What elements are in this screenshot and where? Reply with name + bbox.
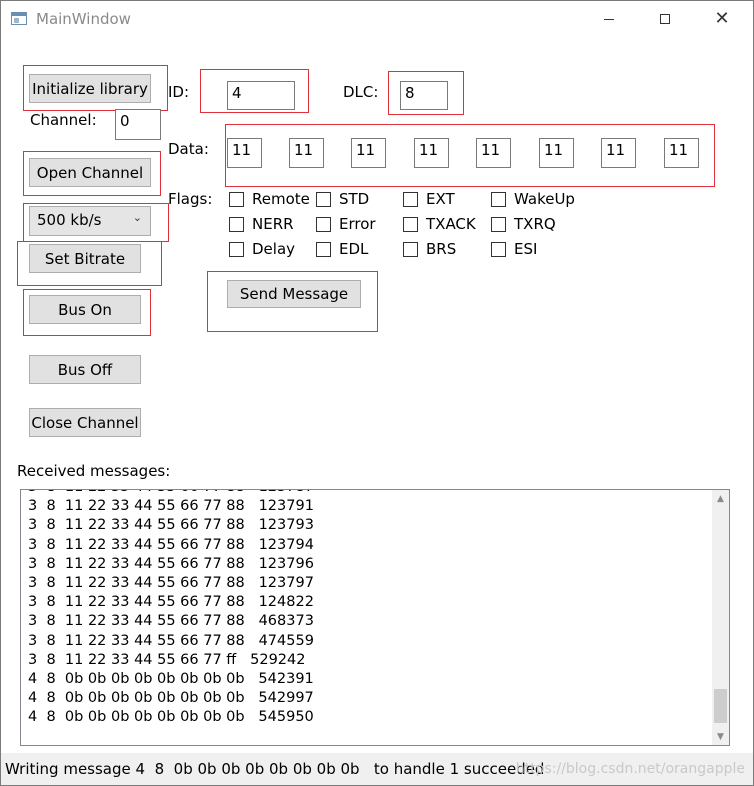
- flags-label: Flags:: [168, 190, 213, 208]
- bus-on-button[interactable]: Bus On: [29, 295, 141, 324]
- message-line: 3 8 11 22 33 44 55 66 77 88 123791: [28, 498, 314, 515]
- flag-remote-checkbox[interactable]: Remote: [229, 190, 310, 208]
- received-messages-label: Received messages:: [17, 462, 171, 480]
- flag-label: STD: [339, 190, 370, 208]
- maximize-button[interactable]: [642, 6, 688, 32]
- flag-wakeup-checkbox[interactable]: WakeUp: [491, 190, 575, 208]
- flag-label: Error: [339, 215, 376, 233]
- maximize-icon: [660, 14, 670, 24]
- message-line: 3 8 11 22 33 44 55 66 77 88 124822: [28, 594, 314, 611]
- message-line: 3 8 11 22 33 44 55 66 77 88 123793: [28, 517, 314, 534]
- window-app-icon: [11, 12, 27, 25]
- bitrate-select[interactable]: 500 kb/s ⌄: [29, 206, 151, 236]
- checkbox-box: [229, 216, 244, 232]
- id-input[interactable]: 4: [227, 81, 295, 110]
- flag-ext-checkbox[interactable]: EXT: [403, 190, 455, 208]
- flag-error-checkbox[interactable]: Error: [316, 215, 376, 233]
- scroll-up-icon[interactable]: ▲: [712, 490, 729, 507]
- flag-label: Delay: [252, 240, 296, 258]
- flag-nerr-checkbox[interactable]: NERR: [229, 215, 294, 233]
- close-channel-button[interactable]: Close Channel: [29, 408, 141, 437]
- message-line: 3 8 11 22 33 44 55 66 77 ff 529242: [28, 651, 306, 668]
- message-line: 4 8 0b 0b 0b 0b 0b 0b 0b 0b 542391: [28, 671, 314, 688]
- bitrate-selected-value: 500 kb/s: [37, 211, 102, 229]
- scroll-thumb[interactable]: [714, 689, 727, 723]
- data-byte-input[interactable]: 11: [227, 138, 262, 168]
- dlc-label: DLC:: [343, 83, 379, 101]
- vertical-scrollbar[interactable]: ▲ ▼: [712, 490, 729, 745]
- flag-std-checkbox[interactable]: STD: [316, 190, 369, 208]
- channel-input[interactable]: 0: [115, 109, 161, 140]
- minimize-button[interactable]: [586, 6, 632, 32]
- checkbox-box: [403, 191, 418, 207]
- message-line: 4 8 0b 0b 0b 0b 0b 0b 0b 0b 542997: [28, 690, 314, 707]
- checkbox-box: [403, 241, 418, 257]
- channel-label: Channel:: [30, 111, 97, 129]
- flag-txack-checkbox[interactable]: TXACK: [403, 215, 476, 233]
- received-messages-list[interactable]: 3 8 11 22 33 44 55 66 77 88 1237873 8 11…: [20, 489, 730, 746]
- checkbox-box: [229, 191, 244, 207]
- bus-off-button[interactable]: Bus Off: [29, 355, 141, 384]
- message-line: 3 8 11 22 33 44 55 66 77 88 123794: [28, 536, 314, 553]
- message-line: 3 8 11 22 33 44 55 66 77 88 123797: [28, 575, 314, 592]
- flag-txrq-checkbox[interactable]: TXRQ: [491, 215, 556, 233]
- flag-label: BRS: [426, 240, 457, 258]
- flag-label: EDL: [339, 240, 369, 258]
- set-bitrate-button[interactable]: Set Bitrate: [29, 244, 141, 273]
- data-byte-input[interactable]: 11: [351, 138, 386, 168]
- data-byte-input[interactable]: 11: [601, 138, 636, 168]
- data-byte-input[interactable]: 11: [476, 138, 511, 168]
- id-label: ID:: [168, 83, 190, 101]
- flag-esi-checkbox[interactable]: ESI: [491, 240, 537, 258]
- scroll-down-icon[interactable]: ▼: [712, 728, 729, 745]
- message-line: 3 8 11 22 33 44 55 66 77 88 123796: [28, 555, 314, 572]
- checkbox-box: [316, 241, 331, 257]
- flag-label: TXRQ: [514, 215, 556, 233]
- dlc-input[interactable]: 8: [400, 81, 448, 110]
- open-channel-button[interactable]: Open Channel: [29, 158, 151, 187]
- main-window: MainWindow ✕ Initialize library Channel:…: [0, 0, 754, 786]
- window-title: MainWindow: [36, 10, 131, 28]
- flag-label: NERR: [252, 215, 294, 233]
- initialize-library-button[interactable]: Initialize library: [29, 74, 151, 103]
- message-line: 4 8 0b 0b 0b 0b 0b 0b 0b 0b 545950: [28, 709, 314, 726]
- message-line: 3 8 11 22 33 44 55 66 77 88 468373: [28, 613, 314, 630]
- status-bar: Writing message 4 8 0b 0b 0b 0b 0b 0b 0b…: [1, 753, 753, 785]
- close-icon: ✕: [714, 8, 730, 29]
- checkbox-box: [491, 241, 506, 257]
- flag-label: TXACK: [426, 215, 476, 233]
- checkbox-box: [229, 241, 244, 257]
- watermark: https://blog.csdn.net/orangapple: [515, 761, 745, 777]
- title-bar[interactable]: MainWindow ✕: [1, 1, 753, 37]
- flag-label: ESI: [514, 240, 538, 258]
- data-byte-input[interactable]: 11: [664, 138, 699, 168]
- received-messages-lines: 3 8 11 22 33 44 55 66 77 88 1237873 8 11…: [28, 490, 314, 728]
- checkbox-box: [491, 216, 506, 232]
- send-message-button[interactable]: Send Message: [227, 280, 361, 308]
- flag-edl-checkbox[interactable]: EDL: [316, 240, 368, 258]
- checkbox-box: [403, 216, 418, 232]
- close-window-button[interactable]: ✕: [699, 6, 745, 32]
- flag-delay-checkbox[interactable]: Delay: [229, 240, 295, 258]
- flag-brs-checkbox[interactable]: BRS: [403, 240, 456, 258]
- flag-label: WakeUp: [514, 190, 575, 208]
- flag-label: Remote: [252, 190, 310, 208]
- minimize-icon: [604, 18, 614, 20]
- flag-label: EXT: [426, 190, 455, 208]
- data-byte-input[interactable]: 11: [414, 138, 449, 168]
- checkbox-box: [316, 191, 331, 207]
- status-text: Writing message 4 8 0b 0b 0b 0b 0b 0b 0b…: [5, 760, 545, 778]
- checkbox-box: [316, 216, 331, 232]
- message-line: 3 8 11 22 33 44 55 66 77 88 474559: [28, 632, 314, 649]
- message-line: 3 8 11 22 33 44 55 66 77 88 123787: [28, 490, 314, 497]
- data-byte-input[interactable]: 11: [539, 138, 574, 168]
- checkbox-box: [491, 191, 506, 207]
- data-byte-input[interactable]: 11: [289, 138, 324, 168]
- data-label: Data:: [168, 140, 209, 158]
- chevron-down-icon: ⌄: [132, 211, 142, 224]
